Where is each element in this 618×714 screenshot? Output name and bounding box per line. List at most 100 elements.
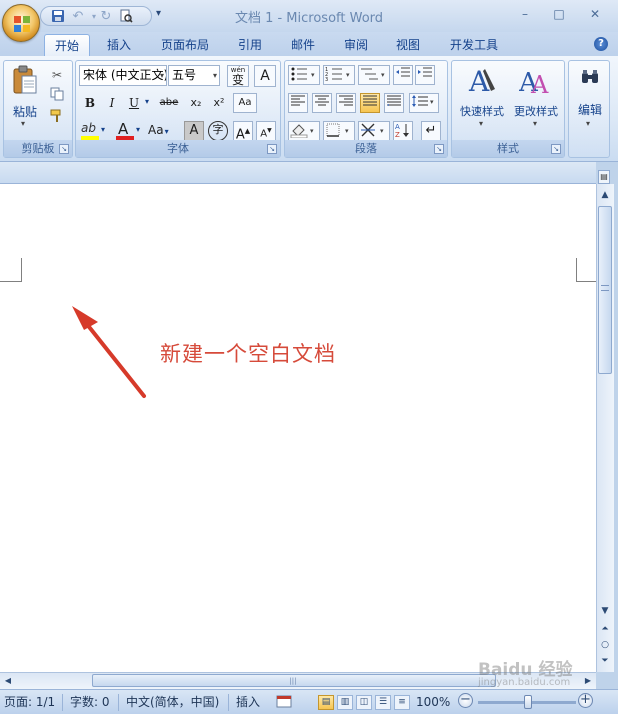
multilevel-list-button[interactable]: ▾ [358,65,390,85]
paragraph-group: ▾ 1 2 3 ▾ ▾ ▾ ▾ ▾ ▾ AZ ↵ 段落 ↘ [284,60,448,158]
document-page[interactable] [0,184,596,672]
paste-button[interactable]: 粘贴 ▾ [7,63,43,133]
tab-page-layout[interactable]: 页面布局 [152,34,218,56]
binoculars-icon [582,70,598,83]
print-layout-view-icon[interactable]: ▤ [318,695,334,710]
zoom-out-button[interactable]: − [458,693,473,708]
paste-dropdown-icon: ▾ [21,119,26,128]
editing-button[interactable]: 编辑 ▾ [571,63,609,155]
tab-view[interactable]: 视图 [386,34,430,56]
cut-icon[interactable]: ✂ [47,65,67,85]
phonetic-guide-button[interactable]: wén 变 [227,65,249,87]
chevron-down-icon: ▾ [164,127,169,136]
borders-button[interactable]: ▾ [323,121,355,141]
view-ruler-icon[interactable]: ▤ [598,170,610,184]
vertical-scroll-thumb[interactable] [598,206,612,374]
watermark-url: jingyan.baidu.com [478,677,571,688]
svg-text:▾: ▾ [311,71,315,79]
tab-developer[interactable]: 开发工具 [440,34,508,56]
quick-styles-button[interactable]: A 快速样式 ▾ [455,63,509,137]
chinese-layout-button[interactable]: ▾ [358,121,390,141]
tab-home[interactable]: 开始 [44,34,90,56]
paragraph-launcher-icon[interactable]: ↘ [434,144,444,154]
decrease-indent-icon[interactable] [393,65,413,85]
macro-record-icon[interactable] [276,694,292,709]
distributed-align-icon[interactable] [384,93,404,113]
office-logo-icon [14,16,30,32]
scroll-right-icon[interactable]: ▶ [582,674,594,687]
grow-font-button[interactable]: A▲ [233,121,253,142]
scroll-left-icon[interactable]: ◀ [2,674,14,687]
maximize-button[interactable]: □ [546,4,572,24]
enclose-characters-button[interactable]: 字 [208,121,228,141]
strikethrough-button[interactable]: abe [156,93,182,113]
font-size-value: 五号 [172,68,197,82]
scroll-down-icon[interactable]: ▼ [598,604,612,618]
scroll-grip-icon: ||| [289,677,297,685]
change-styles-button[interactable]: A A 更改样式 ▾ [509,63,563,137]
subscript-button[interactable]: x₂ [186,93,206,113]
numbering-button[interactable]: 1 2 3 ▾ [323,65,355,85]
zoom-in-button[interactable]: + [578,693,593,708]
format-painter-icon[interactable] [47,107,67,127]
bold-button[interactable]: B [80,93,100,113]
line-spacing-button[interactable]: ▾ [409,93,439,113]
shrink-font-button[interactable]: A▼ [256,121,276,141]
tab-review[interactable]: 审阅 [334,34,378,56]
justify-icon[interactable] [360,93,380,113]
show-marks-icon[interactable]: ↵ [421,121,441,141]
draft-view-icon[interactable]: ≡ [394,695,410,710]
clipboard-group: 粘贴 ▾ ✂ 剪贴板 ↘ [3,60,73,158]
align-left-icon[interactable] [288,93,308,113]
select-browse-object-icon[interactable]: ○ [598,638,612,652]
scroll-grip-icon [601,285,609,291]
close-button[interactable]: ✕ [582,4,608,24]
character-shading-button[interactable]: A [184,121,204,141]
clipboard-launcher-icon[interactable]: ↘ [59,144,69,154]
increase-indent-icon[interactable] [415,65,435,85]
highlight-pen-icon: ab [81,121,96,135]
scroll-up-icon[interactable]: ▲ [598,188,612,202]
tab-references[interactable]: 引用 [228,34,272,56]
bullets-button[interactable]: ▾ [288,65,320,85]
svg-text:A: A [468,65,490,97]
svg-text:▾: ▾ [346,71,350,79]
shading-button[interactable]: ▾ [288,121,320,141]
clear-formatting-button[interactable]: Aa [233,93,257,113]
svg-text:▾: ▾ [380,127,384,135]
chevron-down-icon: ▾ [533,119,538,128]
full-screen-reading-icon[interactable]: ▥ [337,695,353,710]
font-launcher-icon[interactable]: ↘ [267,144,277,154]
language-indicator[interactable]: 中文(简体，中国) [126,694,219,711]
character-border-button[interactable]: A [254,65,276,87]
word-count[interactable]: 字数: 0 [70,694,110,711]
insert-mode[interactable]: 插入 [236,694,260,711]
web-layout-icon[interactable]: ◫ [356,695,372,710]
svg-text:3: 3 [325,77,328,82]
italic-button[interactable]: I [102,93,122,113]
align-center-icon[interactable] [312,93,332,113]
font-size-combo[interactable]: 五号 ▾ [168,65,220,86]
copy-icon[interactable] [47,86,67,106]
svg-text:▾: ▾ [430,98,434,106]
zoom-slider-thumb[interactable] [524,695,532,709]
tab-mailings[interactable]: 邮件 [282,34,324,56]
outline-view-icon[interactable]: ☰ [375,695,391,710]
align-right-icon[interactable] [336,93,356,113]
page-count[interactable]: 页面: 1/1 [4,694,55,711]
font-name-combo[interactable]: 宋体 (中文正文) ▾ [79,65,167,86]
sort-icon[interactable]: AZ [393,121,413,141]
previous-page-icon[interactable]: ⏶ [598,622,612,636]
ribbon-tabs: 开始 插入 页面布局 引用 邮件 审阅 视图 开发工具 [0,32,618,56]
svg-text:Z: Z [395,131,400,138]
underline-dropdown-icon[interactable]: ▾ [145,97,149,106]
styles-launcher-icon[interactable]: ↘ [551,144,561,154]
next-page-icon[interactable]: ⏷ [598,654,612,668]
office-button[interactable] [2,4,40,42]
superscript-button[interactable]: x² [209,93,229,113]
underline-button[interactable]: U [124,93,144,113]
help-icon[interactable]: ? [594,37,608,51]
minimize-button[interactable]: – [512,4,538,24]
zoom-level[interactable]: 100% [416,694,450,711]
tab-insert[interactable]: 插入 [98,34,140,56]
